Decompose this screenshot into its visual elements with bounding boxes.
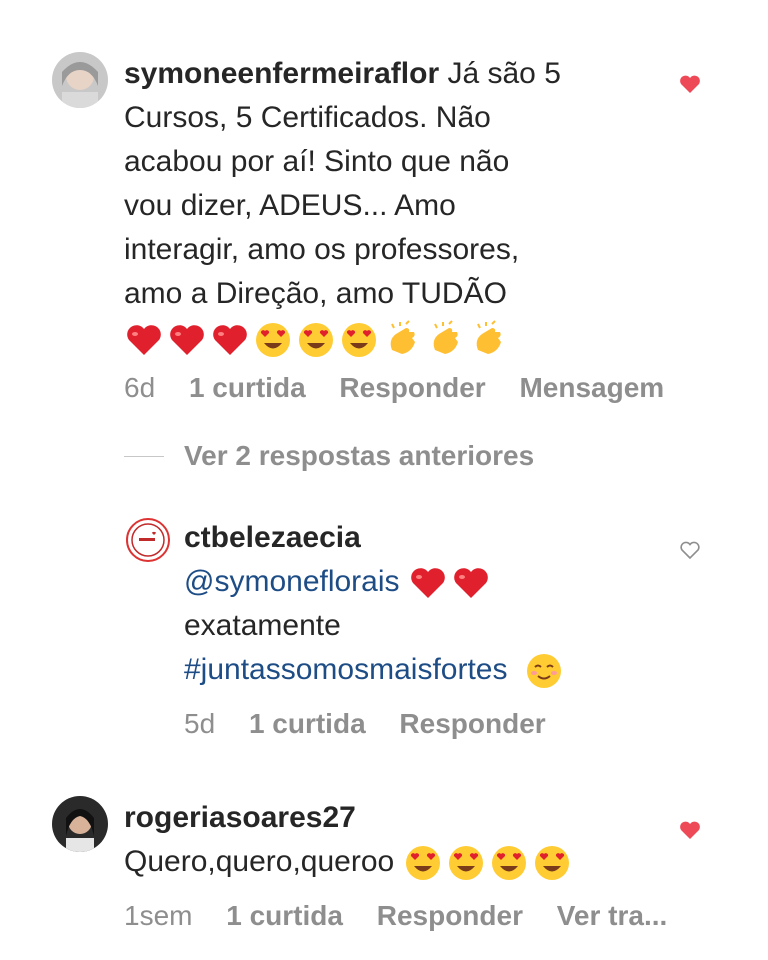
comment-text-line: exatamente	[184, 609, 341, 642]
mention-link[interactable]: @symoneflorais	[184, 565, 400, 598]
heart-eyes-icon	[534, 846, 569, 881]
likes-count[interactable]: 1 curtida	[226, 900, 343, 931]
hashtag-link[interactable]: #juntassomosmaisfortes	[184, 653, 507, 686]
red-heart-icon	[213, 325, 247, 356]
avatar[interactable]	[52, 52, 108, 108]
comment-time: 1sem	[124, 900, 193, 931]
heart-outline-icon[interactable]	[678, 538, 702, 562]
clapping-hands-icon	[476, 320, 501, 355]
emoji-row	[408, 563, 491, 603]
heart-eyes-icon	[405, 846, 440, 881]
red-heart-icon	[411, 568, 445, 599]
comment-text-line: Já são 5	[447, 57, 561, 90]
message-button[interactable]: Mensagem	[519, 372, 664, 403]
emoji-row	[403, 843, 572, 883]
reply-button[interactable]: Responder	[377, 900, 523, 931]
reply-button[interactable]: Responder	[339, 372, 485, 403]
emoji-row	[124, 320, 508, 360]
likes-count[interactable]: 1 curtida	[249, 708, 366, 739]
red-heart-icon	[127, 325, 161, 356]
comment-text-line: Cursos, 5 Certificados. Não	[124, 101, 491, 134]
comment-text-line: Quero,quero,queroo	[124, 845, 395, 878]
reply-button[interactable]: Responder	[399, 708, 545, 739]
comment-time: 6d	[124, 372, 156, 403]
liked-heart-icon[interactable]	[678, 72, 702, 96]
view-replies-label: Ver 2 respostas anteriores	[184, 440, 535, 471]
liked-heart-icon[interactable]	[678, 818, 702, 842]
likes-count[interactable]: 1 curtida	[189, 372, 306, 403]
red-heart-icon	[454, 568, 488, 599]
comment-username[interactable]: symoneenfermeiraflor	[124, 57, 439, 90]
divider-line	[124, 455, 164, 457]
heart-eyes-icon	[342, 323, 376, 358]
comment-text-line: interagir, amo os professores,	[124, 233, 520, 266]
heart-eyes-icon	[256, 323, 290, 358]
heart-eyes-icon	[448, 846, 483, 881]
comment-username[interactable]: rogeriasoares27	[124, 796, 664, 840]
smiling-face-icon	[526, 654, 561, 689]
clapping-hands-icon	[433, 320, 458, 355]
comment-username[interactable]: ctbelezaecia	[184, 516, 644, 560]
heart-eyes-icon	[299, 323, 333, 358]
clapping-hands-icon	[390, 320, 415, 355]
comment-text-line: acabou por aí! Sinto que não	[124, 145, 510, 178]
avatar[interactable]	[52, 796, 108, 852]
comment-time: 5d	[184, 708, 216, 739]
comment-text-line: amo a Direção, amo TUDÃO	[124, 277, 507, 310]
red-heart-icon	[170, 325, 204, 356]
see-translation-button[interactable]: Ver tra...	[557, 900, 668, 931]
view-replies-button[interactable]: Ver 2 respostas anteriores	[124, 440, 534, 472]
heart-eyes-icon	[491, 846, 526, 881]
comment-text-line: vou dizer, ADEUS... Amo	[124, 189, 456, 222]
avatar[interactable]	[126, 518, 170, 562]
